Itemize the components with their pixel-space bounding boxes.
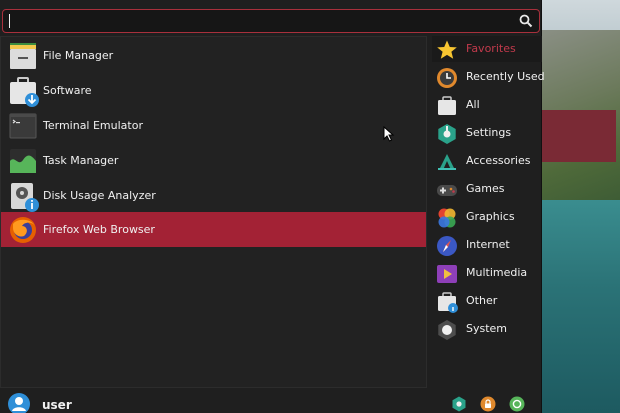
task-manager-icon (10, 149, 36, 173)
internet-icon (437, 236, 457, 256)
disk-usage-icon (11, 183, 39, 212)
search-bar[interactable] (2, 9, 540, 33)
app-item-file-manager[interactable]: File Manager (1, 38, 426, 73)
other-icon (438, 292, 458, 313)
app-label: Software (43, 84, 92, 97)
wallpaper-lake (540, 200, 620, 413)
text-caret (9, 14, 10, 28)
app-label: Terminal Emulator (43, 119, 143, 132)
app-label: Disk Usage Analyzer (43, 189, 156, 202)
avatar[interactable] (8, 393, 30, 413)
category-other[interactable]: Other (432, 288, 542, 314)
terminal-icon (9, 113, 37, 139)
app-item-task-manager[interactable]: Task Manager (1, 143, 426, 178)
all-apps-icon (438, 96, 456, 115)
category-internet[interactable]: Internet (432, 232, 542, 258)
star-icon (437, 40, 457, 59)
app-label: File Manager (43, 49, 114, 62)
software-icon (10, 77, 39, 107)
clock-icon (437, 68, 457, 88)
app-item-terminal[interactable]: Terminal Emulator (1, 108, 426, 143)
username: user (42, 398, 72, 412)
background-window (540, 110, 616, 162)
app-label: Task Manager (43, 154, 119, 167)
search-icon[interactable] (519, 14, 533, 28)
category-settings[interactable]: Settings (432, 120, 542, 146)
logout-icon[interactable] (509, 396, 525, 412)
file-manager-icon (10, 43, 36, 69)
category-recently-used[interactable]: Recently Used (432, 64, 545, 90)
settings-icon (438, 124, 456, 144)
category-list: Favorites Recently Used All Settings Acc… (430, 36, 545, 356)
category-accessories[interactable]: Accessories (432, 148, 542, 174)
category-all[interactable]: All (432, 92, 542, 118)
user-icon (12, 397, 26, 411)
category-games[interactable]: Games (432, 176, 542, 202)
search-input[interactable] (9, 13, 509, 29)
application-menu: File Manager Software Terminal Emulator (0, 0, 545, 413)
graphics-icon (438, 208, 456, 228)
app-label: Firefox Web Browser (43, 223, 155, 236)
category-favorites[interactable]: Favorites (432, 36, 542, 62)
app-item-disk-usage[interactable]: Disk Usage Analyzer (1, 178, 426, 213)
settings-icon[interactable] (451, 396, 467, 412)
app-item-firefox[interactable]: Firefox Web Browser (1, 212, 426, 247)
app-item-software[interactable]: Software (1, 73, 426, 108)
multimedia-icon (437, 265, 457, 283)
firefox-icon (10, 217, 36, 243)
menu-footer: user (0, 392, 542, 413)
mouse-cursor (383, 126, 395, 142)
accessories-icon (438, 154, 456, 170)
category-multimedia[interactable]: Multimedia (432, 260, 542, 286)
category-system[interactable]: System (432, 316, 542, 342)
lock-icon[interactable] (480, 396, 496, 412)
app-list: File Manager Software Terminal Emulator (0, 36, 427, 388)
system-icon (438, 320, 456, 340)
gamepad-icon (437, 185, 457, 196)
category-graphics[interactable]: Graphics (432, 204, 542, 230)
